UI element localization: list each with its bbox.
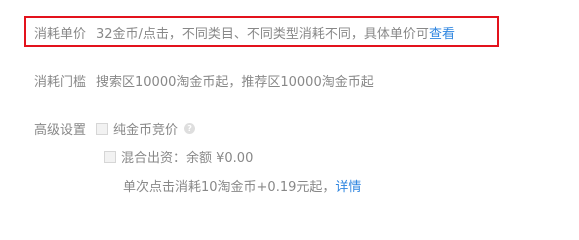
mixed-funding-note-row: 单次点击消耗10淘金币+0.19元起， 详情 — [123, 176, 361, 195]
details-link[interactable]: 详情 — [335, 176, 361, 195]
unit-price-label: 消耗单价 — [34, 27, 87, 42]
threshold-row: 消耗门槛 搜索区10000淘金币起，推荐区10000淘金币起 — [34, 71, 374, 90]
view-price-link[interactable]: 查看 — [429, 23, 455, 42]
advanced-settings-row: 高级设置 纯金币竞价 ? — [34, 119, 196, 138]
mixed-funding-row: 混合出资：余额 ¥0.00 — [104, 147, 253, 166]
mixed-funding-checkbox[interactable] — [104, 150, 116, 163]
pure-coin-bid-label: 纯金币竞价 — [113, 123, 179, 138]
mixed-funding-note: 单次点击消耗10淘金币+0.19元起， — [123, 180, 336, 195]
threshold-text: 搜索区10000淘金币起，推荐区10000淘金币起 — [96, 75, 374, 90]
help-icon[interactable]: ? — [184, 123, 196, 134]
unit-price-row: 消耗单价 32金币/点击，不同类目、不同类型消耗不同，具体单价可 查看 — [34, 23, 455, 42]
pure-coin-bid-checkbox[interactable] — [96, 122, 108, 135]
mixed-funding-label: 混合出资：余额 ¥0.00 — [121, 151, 254, 166]
advanced-settings-label: 高级设置 — [34, 123, 87, 138]
unit-price-text: 32金币/点击，不同类目、不同类型消耗不同，具体单价可 — [96, 27, 429, 42]
threshold-label: 消耗门槛 — [34, 75, 87, 90]
